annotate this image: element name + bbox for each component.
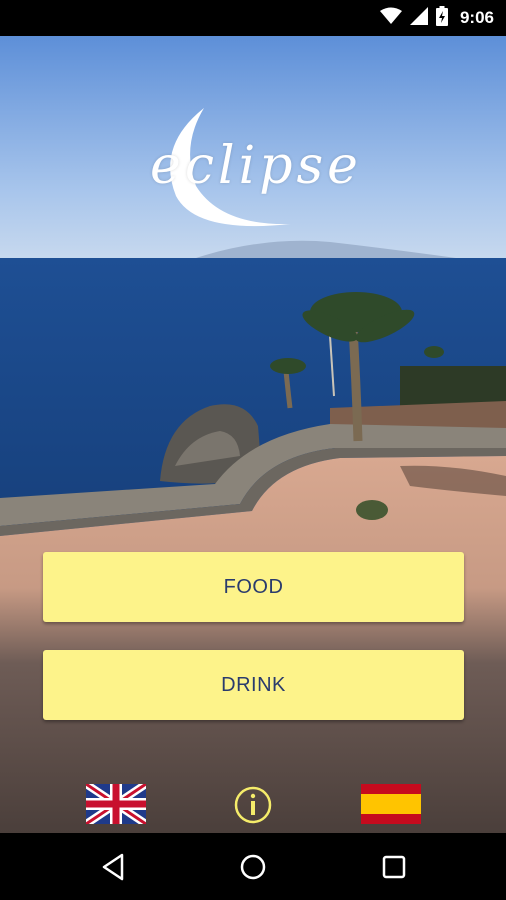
signal-icon bbox=[409, 6, 428, 30]
navigation-bar bbox=[0, 833, 506, 900]
spain-flag-icon[interactable] bbox=[361, 784, 421, 829]
drink-button[interactable]: DRINK bbox=[43, 650, 464, 720]
wifi-icon bbox=[379, 7, 402, 30]
eclipse-logo: eclipse bbox=[126, 106, 386, 236]
battery-charging-icon bbox=[435, 5, 448, 31]
logo-text: eclipse bbox=[150, 136, 362, 196]
status-icons: 9:06 bbox=[379, 0, 494, 36]
recents-icon[interactable] bbox=[376, 849, 412, 885]
status-bar: 9:06 bbox=[0, 0, 506, 36]
uk-flag-icon[interactable] bbox=[83, 780, 149, 829]
home-icon[interactable] bbox=[235, 849, 271, 885]
status-time: 9:06 bbox=[459, 8, 494, 27]
back-icon[interactable] bbox=[96, 849, 132, 885]
food-button[interactable]: FOOD bbox=[43, 552, 464, 622]
info-icon[interactable] bbox=[234, 786, 272, 829]
